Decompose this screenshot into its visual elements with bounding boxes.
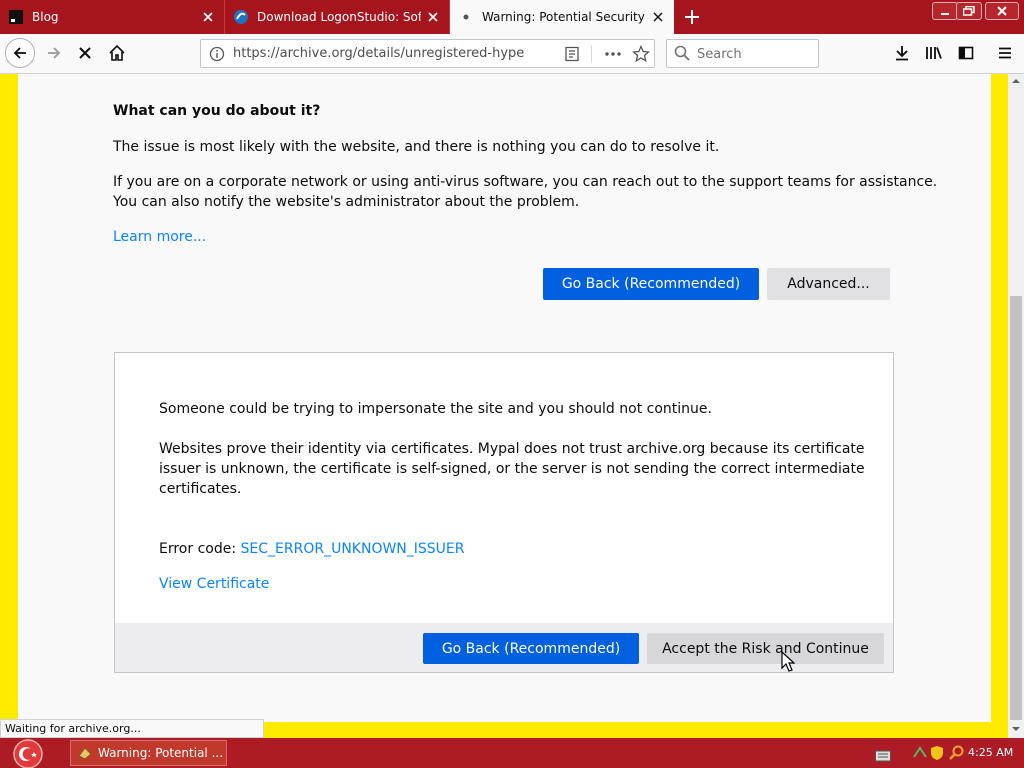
advanced-button[interactable]: Advanced...: [767, 268, 890, 300]
corporate-network-text: If you are on a corporate network or usi…: [113, 174, 938, 190]
search-icon: [674, 45, 690, 65]
new-tab-button[interactable]: [680, 5, 704, 29]
close-window-button[interactable]: [985, 2, 1019, 20]
page-heading: What can you do about it?: [113, 103, 321, 119]
error-code-link[interactable]: SEC_ERROR_UNKNOWN_ISSUER: [241, 541, 465, 557]
tab-label: Blog: [32, 10, 59, 24]
page-viewport: What can you do about it? The issue is m…: [0, 74, 1008, 738]
browser-taskbar-icon: [77, 746, 93, 760]
certificate-explanation-line2: issuer is unknown, the certificate is se…: [159, 461, 865, 477]
downloads-button[interactable]: [887, 38, 917, 68]
error-code-row: Error code: SEC_ERROR_UNKNOWN_ISSUER: [159, 539, 465, 559]
reader-view-icon[interactable]: [564, 46, 580, 66]
notify-admin-text: You can also notify the website's admini…: [113, 194, 580, 210]
keyboard-icon[interactable]: [875, 747, 891, 766]
start-button[interactable]: [8, 738, 48, 768]
go-back-recommended-button[interactable]: Go Back (Recommended): [423, 633, 639, 664]
address-bar[interactable]: https://archive.org/details/unregistered…: [200, 39, 655, 68]
forward-button[interactable]: [39, 38, 69, 68]
back-button[interactable]: [5, 38, 35, 68]
tab-label: Download LogonStudio: Softw: [257, 10, 421, 24]
tab-download-logonstudio[interactable]: Download LogonStudio: Softw: [224, 0, 450, 34]
view-certificate-link[interactable]: View Certificate: [159, 574, 269, 594]
navigation-toolbar: https://archive.org/details/unregistered…: [0, 34, 1024, 74]
network-icon[interactable]: [912, 745, 928, 765]
page-scrollbar[interactable]: [1008, 74, 1024, 738]
certificate-explanation-line3: certificates.: [159, 481, 242, 497]
sidebar-button[interactable]: [951, 38, 981, 68]
status-bar: Waiting for archive.org...: [0, 719, 264, 738]
advanced-panel-footer: Go Back (Recommended) Accept the Risk an…: [115, 623, 893, 672]
taskbar: Warning: Potential ... 4:25 AM: [0, 738, 1024, 768]
error-page-content: What can you do about it? The issue is m…: [18, 74, 991, 722]
tab-label: Warning: Potential Security Risk: [482, 10, 646, 24]
close-tab-icon[interactable]: [200, 9, 216, 25]
taskbar-clock: 4:25 AM: [968, 746, 1014, 759]
bookmark-star-icon[interactable]: [631, 44, 651, 67]
mouse-cursor-icon: [781, 650, 796, 677]
explanation-text: The issue is most likely with the websit…: [113, 139, 720, 155]
search-box[interactable]: [666, 39, 819, 68]
page-actions-icon[interactable]: [604, 46, 622, 66]
advanced-panel: Someone could be trying to impersonate t…: [114, 352, 894, 673]
url-text[interactable]: https://archive.org/details/unregistered…: [233, 46, 525, 61]
error-code-label: Error code:: [159, 541, 241, 557]
tab-strip: Blog Download LogonStudio: Softw Warning…: [0, 0, 1024, 34]
scroll-up-icon[interactable]: [1012, 78, 1020, 84]
certificate-explanation-line1: Websites prove their identity via certif…: [159, 441, 865, 457]
loading-dot-icon: [458, 9, 474, 25]
minimize-button[interactable]: [932, 2, 958, 20]
tab-blog[interactable]: Blog: [0, 0, 224, 34]
url-divider: [591, 45, 592, 63]
menu-button[interactable]: [990, 38, 1020, 68]
go-back-button[interactable]: Go Back (Recommended): [543, 268, 759, 300]
stop-button[interactable]: [70, 38, 100, 68]
info-icon[interactable]: [209, 46, 225, 66]
close-tab-icon[interactable]: [650, 9, 666, 25]
blog-favicon-icon: [8, 9, 24, 25]
magnifier-tray-icon[interactable]: [949, 745, 965, 765]
taskbar-item-label: Warning: Potential ...: [98, 746, 224, 760]
learn-more-link[interactable]: Learn more...: [113, 227, 206, 247]
library-button[interactable]: [919, 38, 949, 68]
impersonation-warning-text: Someone could be trying to impersonate t…: [159, 401, 712, 417]
home-button[interactable]: [102, 38, 132, 68]
close-tab-icon[interactable]: [425, 9, 441, 25]
download-site-favicon-icon: [233, 9, 249, 25]
tab-security-warning[interactable]: Warning: Potential Security Risk: [450, 0, 674, 34]
taskbar-browser-item[interactable]: Warning: Potential ...: [70, 740, 227, 766]
shield-icon[interactable]: [930, 745, 944, 765]
scroll-down-icon[interactable]: [1012, 726, 1020, 732]
search-input[interactable]: [695, 43, 817, 66]
accept-risk-button[interactable]: Accept the Risk and Continue: [647, 633, 884, 664]
scroll-thumb[interactable]: [1010, 296, 1022, 720]
restore-button[interactable]: [956, 2, 982, 20]
